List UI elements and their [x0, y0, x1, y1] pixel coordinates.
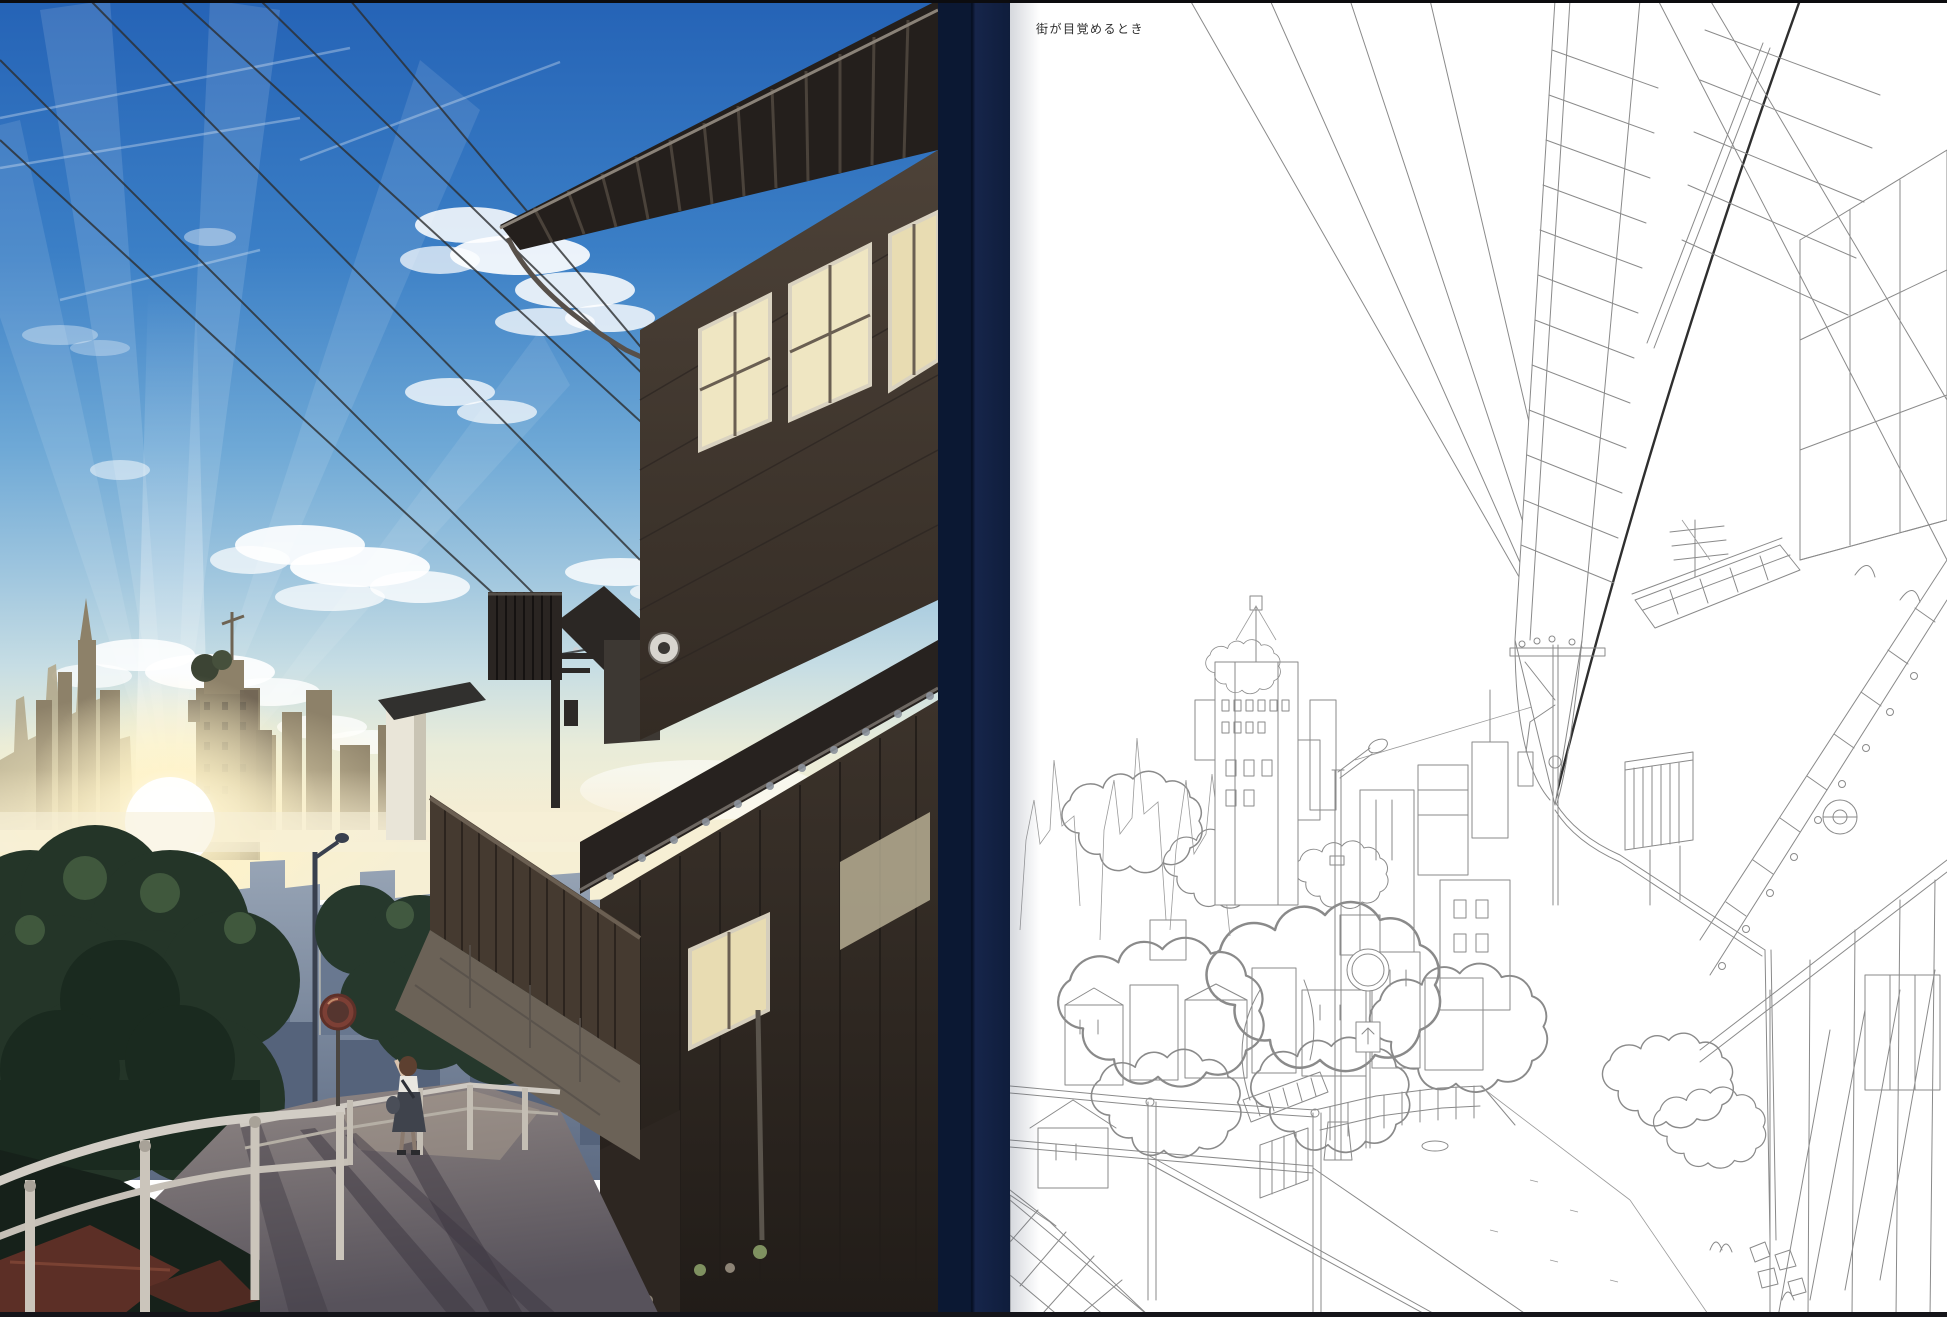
lineart-bottom-left	[1010, 1072, 1328, 1317]
photo-top-edge	[0, 0, 1947, 3]
right-page-line-art: 街が目覚めるとき	[1010, 0, 1947, 1317]
bag	[386, 1096, 400, 1114]
book-spine	[938, 0, 1010, 1317]
lineart-tower	[1195, 596, 1336, 905]
book-spread: 街が目覚めるとき	[0, 0, 1947, 1317]
balcony	[488, 592, 562, 680]
page-caption: 街が目覚めるとき	[1036, 20, 1144, 37]
lineart-gable-roof	[1632, 538, 1800, 628]
lineart-right-wall	[1700, 150, 1947, 1317]
lineart-mirror	[1347, 949, 1389, 1148]
left-page-color-illustration	[0, 0, 938, 1317]
photo-bottom-edge	[0, 1312, 1947, 1317]
hair	[399, 1056, 417, 1076]
lineart-window	[1865, 975, 1940, 1090]
hatched-pent-roof	[1243, 1072, 1328, 1198]
lineart-balcony	[1625, 752, 1693, 905]
color-artwork	[0, 0, 938, 1317]
lineart-distant-city	[1020, 596, 1510, 1085]
manhole	[1422, 1141, 1448, 1151]
pent-roof-rafters	[1726, 608, 1935, 916]
lineart-railing	[1010, 1086, 1710, 1317]
lineart-house	[1510, 0, 1947, 1317]
lower-wall-planks	[1700, 860, 1947, 1317]
line-artwork	[1010, 0, 1947, 1317]
distant-fence	[1315, 1086, 1515, 1140]
